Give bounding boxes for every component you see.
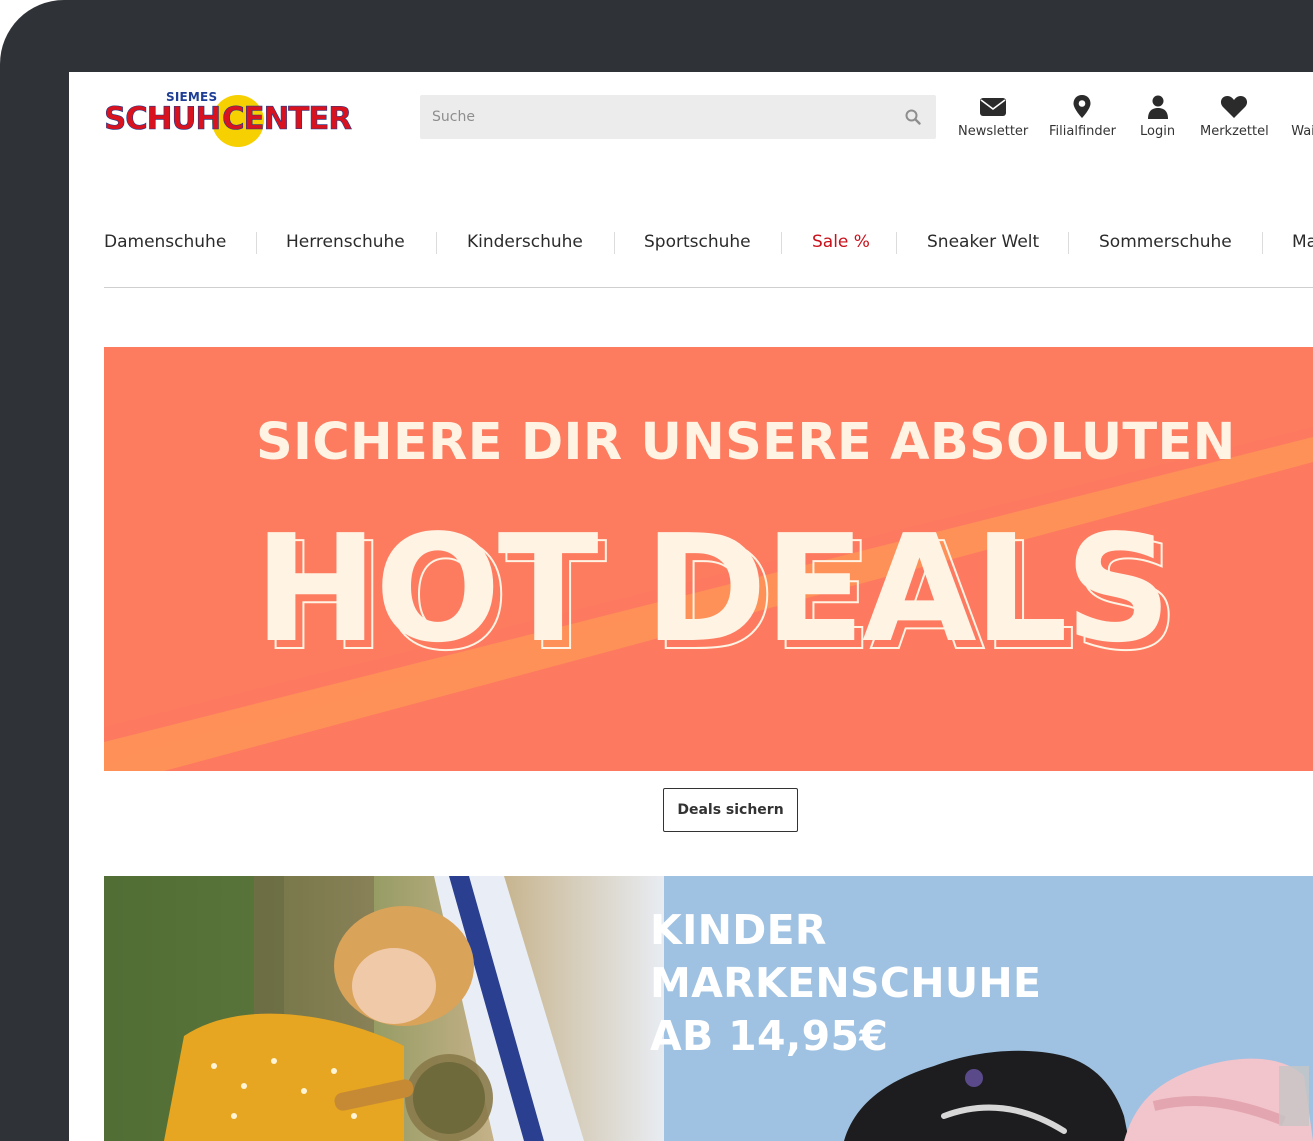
nav-item-sale[interactable]: Sale % [812, 232, 870, 252]
nav-divider [436, 232, 437, 254]
device-frame: SIEMES SCHUH CENTER Newsletter [0, 0, 1313, 1141]
nav-divider [896, 232, 897, 254]
nav-item-sportschuhe[interactable]: Sportschuhe [644, 232, 751, 252]
nav-item-kinderschuhe[interactable]: Kinderschuhe [467, 232, 583, 252]
nav-divider [1068, 232, 1069, 254]
main-navigation: Damenschuhe Herrenschuhe Kinderschuhe Sp… [104, 222, 1313, 288]
cart-icon [1289, 94, 1313, 120]
kids-photo [104, 876, 664, 1141]
kids-shoes-image [844, 1050, 1313, 1141]
kids-headline-line-2: MARKENSCHUHE [650, 959, 1042, 1007]
search-input[interactable] [420, 95, 890, 139]
hero-subtitle: SICHERE DIR UNSERE ABSOLUTEN [256, 413, 1236, 472]
login-link[interactable]: Login [1140, 94, 1175, 139]
map-pin-icon [1073, 95, 1091, 118]
search-bar [420, 95, 936, 139]
logo-word-right: CENTER [222, 101, 353, 138]
merkzettel-label: Merkzettel [1200, 124, 1269, 139]
kids-headline-line-1: KINDER [650, 906, 827, 954]
search-icon[interactable] [904, 108, 922, 126]
user-icon [1147, 95, 1168, 119]
deals-sichern-button[interactable]: Deals sichern [663, 788, 798, 832]
hero-title: HOT DEALS [254, 503, 1172, 675]
nav-divider [781, 232, 782, 254]
merkzettel-link[interactable]: Merkzettel [1200, 94, 1269, 139]
browser-viewport: SIEMES SCHUH CENTER Newsletter [69, 72, 1313, 1141]
nav-item-marken[interactable]: Ma [1292, 232, 1313, 252]
nav-divider [1262, 232, 1263, 254]
filialfinder-label: Filialfinder [1049, 124, 1116, 139]
nav-divider [256, 232, 257, 254]
warenkorb-link[interactable]: Wai [1289, 94, 1313, 139]
newsletter-label: Newsletter [958, 124, 1029, 139]
kids-photo-illustration [104, 876, 584, 1141]
nav-item-sommerschuhe[interactable]: Sommerschuhe [1099, 232, 1232, 252]
hot-deals-banner[interactable]: SICHERE DIR UNSERE ABSOLUTEN HOT DEALS H… [104, 347, 1313, 771]
envelope-icon [980, 98, 1007, 116]
warenkorb-label: Wai [1291, 124, 1313, 139]
logo-word-left: SCHUH [104, 101, 222, 138]
filialfinder-link[interactable]: Filialfinder [1049, 94, 1116, 139]
newsletter-link[interactable]: Newsletter [958, 94, 1028, 139]
nav-item-sneaker-welt[interactable]: Sneaker Welt [927, 232, 1039, 252]
nav-item-herrenschuhe[interactable]: Herrenschuhe [286, 232, 405, 252]
login-label: Login [1140, 124, 1176, 139]
kids-banner[interactable]: KINDER MARKENSCHUHE AB 14,95€ [104, 876, 1313, 1141]
nav-item-damenschuhe[interactable]: Damenschuhe [104, 232, 226, 252]
nav-divider [614, 232, 615, 254]
heart-icon [1221, 96, 1248, 118]
site-logo[interactable]: SIEMES SCHUH CENTER [104, 89, 354, 147]
